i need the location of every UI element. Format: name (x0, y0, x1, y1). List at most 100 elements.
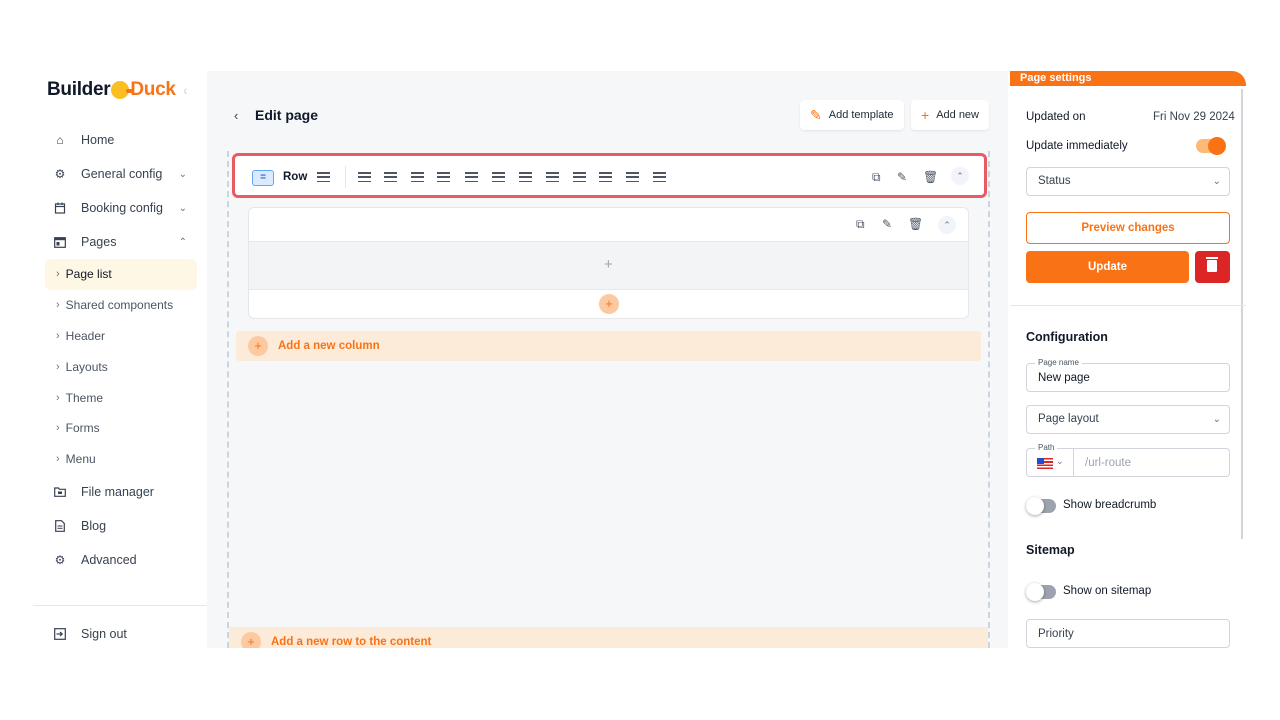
trash-icon[interactable]: 🗑 (923, 170, 938, 184)
layout-3col-wide-icon[interactable] (519, 172, 532, 182)
layout-full-icon[interactable] (317, 172, 330, 182)
priority-field[interactable]: Priority (1026, 619, 1230, 648)
preview-changes-button[interactable]: Preview changes (1026, 212, 1230, 244)
sidebar-item-advanced[interactable]: ⚙ Advanced (45, 543, 197, 577)
builder-canvas: = Row ⧉ ✎ 🗑 ⌃ ⧉ ✎ 🗑 ⌃ + + + Add a new co… (227, 151, 990, 648)
chevron-down-icon: ⌄ (178, 168, 187, 180)
sign-out-icon (53, 627, 67, 641)
add-column-bar[interactable]: + Add a new column (236, 331, 981, 361)
collapse-row-button[interactable]: ⌃ (951, 167, 969, 185)
layout-sidebar-left-icon[interactable] (546, 172, 559, 182)
pages-icon (53, 235, 67, 249)
sidebar-item-blog[interactable]: Blog (45, 509, 197, 543)
sidebar-item-booking-config[interactable]: Booking config ⌄ (45, 191, 197, 225)
sign-out-button[interactable]: Sign out (45, 617, 197, 648)
add-row-bar[interactable]: + Add a new row to the content (229, 627, 988, 648)
chevron-down-icon: ⌄ (1212, 176, 1221, 187)
folder-icon (53, 485, 67, 499)
layout-list-icon[interactable] (653, 172, 666, 182)
row-label: Row (283, 171, 308, 183)
add-new-button[interactable]: + Add new (911, 100, 989, 130)
panel-scrollbar[interactable] (1241, 89, 1243, 539)
trash-icon (1206, 257, 1218, 272)
sidebar-subitem-label: Shared components (65, 298, 174, 313)
sidebar-subitem-forms[interactable]: › Forms (45, 413, 197, 444)
layout-2col-wide-icon[interactable] (492, 172, 505, 182)
collapse-column-button[interactable]: ⌃ (938, 216, 956, 234)
status-select-value: Status (1038, 175, 1071, 187)
chevron-down-icon[interactable]: ⌄ (1056, 456, 1064, 467)
duck-icon (111, 81, 134, 99)
sidebar-item-pages[interactable]: Pages ⌃ (45, 225, 197, 259)
layout-3col-icon[interactable] (411, 172, 424, 182)
layout-sidebar-right-icon[interactable] (573, 172, 586, 182)
us-flag-icon[interactable] (1037, 458, 1053, 469)
sidebar-item-home[interactable]: ⌂ Home (45, 123, 197, 157)
collapse-sidebar-icon[interactable]: ‹ (183, 82, 188, 98)
sidebar-subitem-menu[interactable]: › Menu (45, 444, 197, 475)
sidebar-subitem-theme[interactable]: › Theme (45, 382, 197, 413)
page-name-label: Page name (1035, 358, 1082, 367)
pencil-icon[interactable]: ✎ (897, 170, 907, 184)
copy-icon[interactable]: ⧉ (872, 170, 881, 185)
layout-2col-split-icon[interactable] (384, 172, 397, 182)
sidebar-subitem-shared-components[interactable]: › Shared components (45, 290, 197, 321)
add-block-button[interactable]: + (599, 294, 619, 314)
add-new-label: Add new (936, 109, 979, 121)
sign-out-container: Sign out (45, 617, 197, 648)
row-layout-selected-icon[interactable]: = (252, 170, 274, 186)
sidebar-subitem-header[interactable]: › Header (45, 321, 197, 352)
layout-4col-icon[interactable] (437, 172, 450, 182)
chevron-right-icon: › (56, 422, 60, 435)
chevron-right-icon: › (56, 391, 60, 404)
gears-icon: ⚙ (54, 552, 66, 567)
add-template-button[interactable]: ✎ Add template (800, 100, 904, 130)
path-input[interactable]: /url-route (1085, 457, 1131, 469)
layout-6col-icon[interactable] (599, 172, 612, 182)
chevron-up-icon: ⌃ (178, 236, 187, 248)
add-template-label: Add template (828, 109, 894, 121)
add-component-icon[interactable]: + (604, 256, 613, 273)
gear-icon: ⚙ (54, 167, 66, 181)
sidebar-item-label: Advanced (81, 552, 137, 567)
copy-icon[interactable]: ⧉ (856, 217, 865, 232)
page-layout-select[interactable]: Page layout ⌄ (1026, 405, 1230, 434)
sidebar-item-file-manager[interactable]: File manager (45, 475, 197, 509)
sidebar: Builder Duck ‹ ⌂ Home ⚙ General config ⌄… (33, 71, 207, 648)
path-field[interactable]: Path ⌄ /url-route (1026, 443, 1230, 477)
sidebar-subitem-page-list[interactable]: › Page list (45, 259, 197, 290)
layout-5col-icon[interactable] (465, 172, 478, 182)
show-on-sitemap-toggle[interactable] (1026, 583, 1056, 601)
logo[interactable]: Builder Duck (47, 77, 176, 103)
sidebar-divider (33, 605, 207, 606)
delete-button[interactable] (1195, 251, 1230, 283)
updated-on-label: Updated on (1026, 111, 1086, 123)
sidebar-nav: ⌂ Home ⚙ General config ⌄ Booking config… (45, 123, 197, 577)
page-name-field[interactable]: Page name New page (1026, 358, 1230, 392)
show-breadcrumb-toggle[interactable] (1026, 497, 1056, 515)
sidebar-item-general-config[interactable]: ⚙ General config ⌄ (45, 157, 197, 191)
sidebar-subitem-layouts[interactable]: › Layouts (45, 351, 197, 382)
sidebar-subitem-label: Theme (65, 390, 104, 405)
sidebar-item-label: Pages (81, 235, 117, 249)
show-on-sitemap-label: Show on sitemap (1063, 585, 1152, 597)
status-select[interactable]: Status ⌄ (1026, 167, 1230, 196)
path-label: Path (1035, 443, 1058, 452)
page-settings-panel: Page settings Updated on Fri Nov 29 2024… (1010, 71, 1246, 648)
sidebar-item-label: Booking config (81, 201, 164, 215)
sitemap-heading: Sitemap (1026, 543, 1075, 557)
sidebar-subitem-label: Layouts (65, 359, 108, 374)
plus-icon: + (248, 336, 268, 356)
update-button[interactable]: Update (1026, 251, 1189, 283)
layout-2col-icon[interactable] (358, 172, 371, 182)
update-immediately-toggle[interactable] (1196, 137, 1226, 155)
back-icon[interactable]: ‹ (234, 108, 238, 123)
panel-tab[interactable]: Page settings (1010, 71, 1246, 86)
column-dropzone[interactable]: + (249, 242, 968, 290)
pencil-icon[interactable]: ✎ (882, 217, 892, 231)
sidebar-item-label: Home (81, 133, 115, 147)
trash-icon[interactable]: 🗑 (908, 217, 923, 231)
logo-text-duck: Duck (130, 79, 176, 100)
layout-grid-icon[interactable] (626, 172, 639, 182)
sidebar-subitem-label: Page list (65, 267, 112, 282)
